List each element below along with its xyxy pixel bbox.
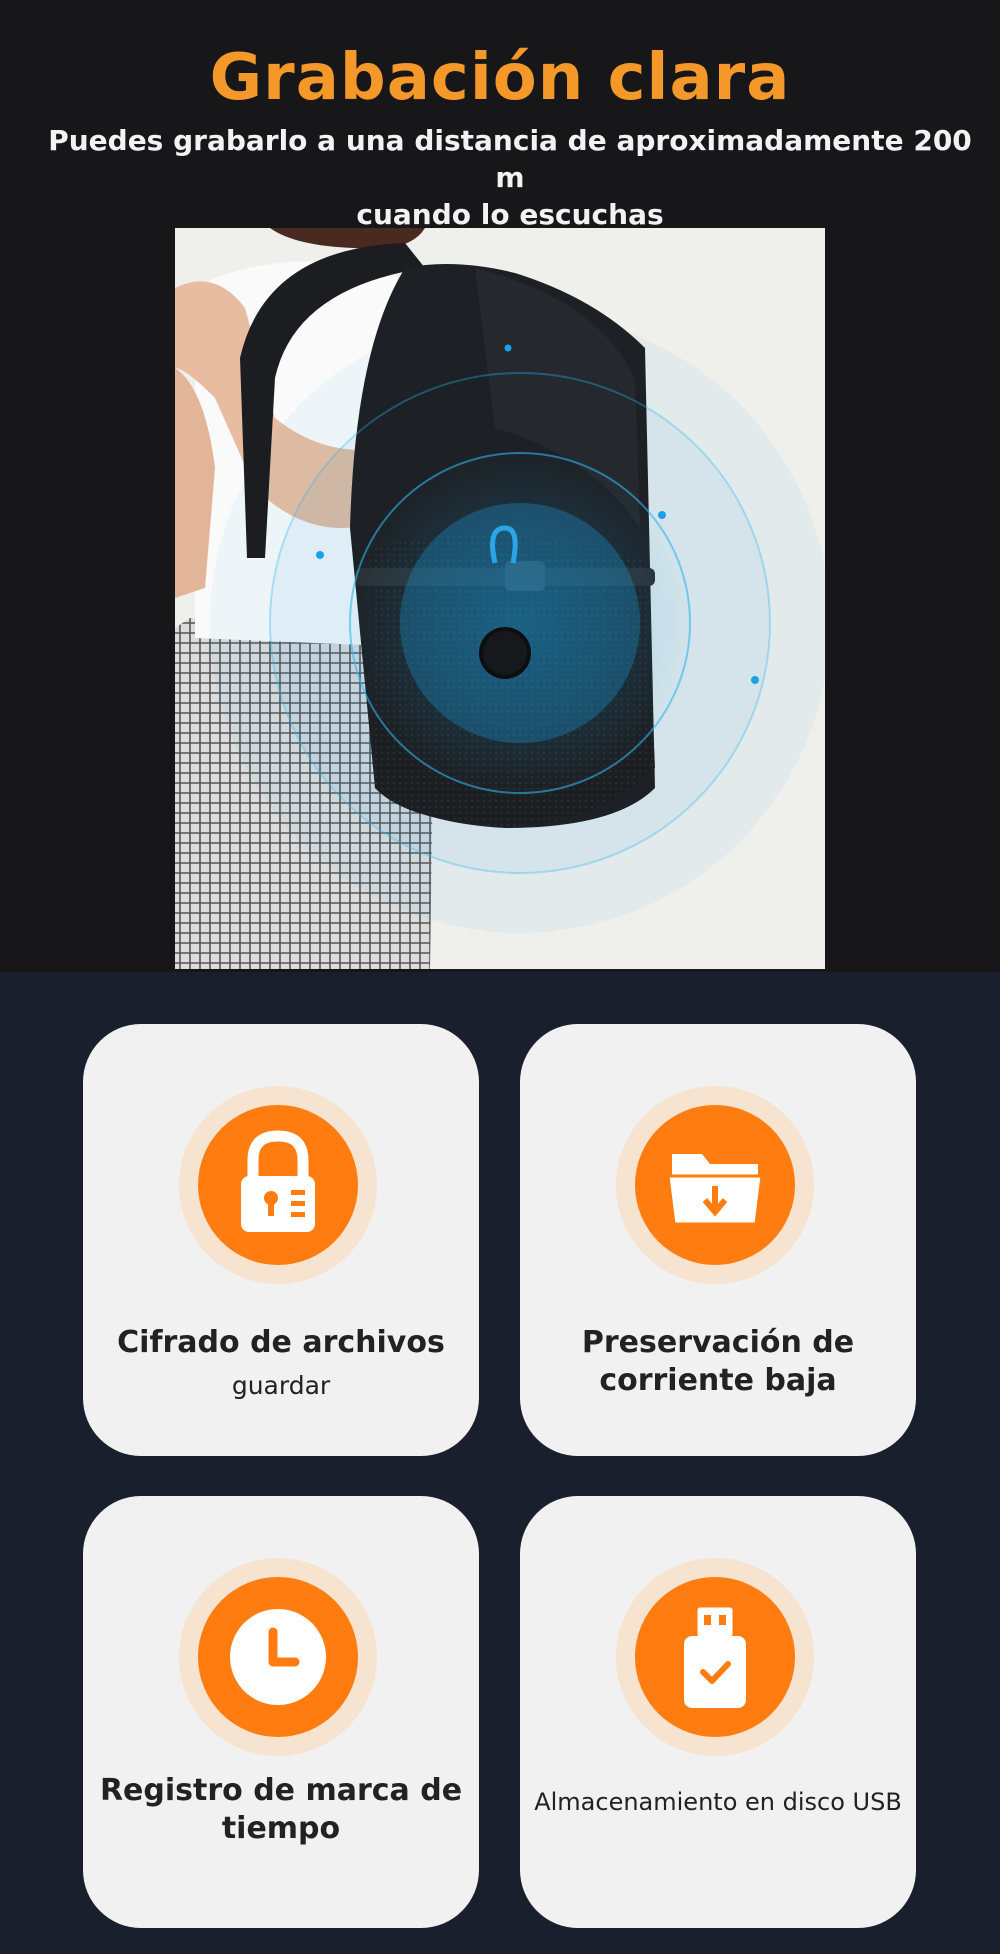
feature-card-timestamp: Registro de marca de tiempo (83, 1496, 479, 1928)
page-subtitle: Puedes grabarlo a una distancia de aprox… (40, 122, 980, 233)
clock-icon (179, 1558, 377, 1756)
subtitle-line-1: Puedes grabarlo a una distancia de aprox… (48, 124, 972, 194)
feature-label-usb: Almacenamiento en disco USB (534, 1788, 902, 1816)
feature-label-timestamp-line1: Registro de marca de (99, 1773, 463, 1808)
features-section: Cifrado de archivos guardar Preservación… (0, 972, 1000, 1954)
usb-drive-icon (616, 1558, 814, 1756)
folder-download-icon (616, 1086, 814, 1284)
hero-section: Grabación clara Puedes grabarlo a una di… (0, 0, 1000, 972)
backpack-illustration (175, 228, 825, 969)
feature-label-encryption-line1: Cifrado de archivos (117, 1325, 445, 1360)
feature-label-low-power-line1: Preservación de (581, 1325, 855, 1360)
feature-label-timestamp-line2: tiempo (221, 1811, 341, 1846)
feature-label-encryption-line2: guardar (231, 1371, 331, 1400)
feature-card-usb: Almacenamiento en disco USB (520, 1496, 916, 1928)
feature-card-encryption: Cifrado de archivos guardar (83, 1024, 479, 1456)
backpack-photo (175, 228, 825, 969)
feature-card-low-power: Preservación de corriente baja (520, 1024, 916, 1456)
feature-label-low-power-line2: corriente baja (599, 1363, 837, 1398)
page-title: Grabación clara (209, 41, 791, 115)
padlock-icon (179, 1086, 377, 1284)
